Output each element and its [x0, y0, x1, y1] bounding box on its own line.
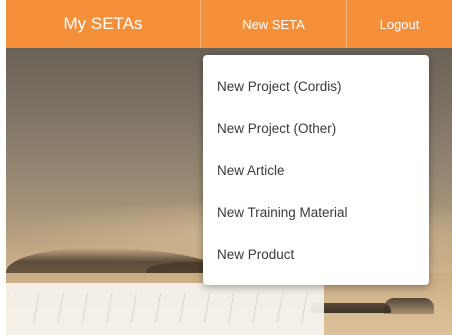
nav-new-seta[interactable]: New SETA: [200, 0, 346, 48]
menu-item-new-product[interactable]: New Product: [203, 233, 429, 275]
menu-item-new-project-cordis[interactable]: New Project (Cordis): [203, 65, 429, 107]
menu-item-new-training-material[interactable]: New Training Material: [203, 191, 429, 233]
nav-logout[interactable]: Logout: [346, 0, 452, 48]
card-image-pattern: [14, 293, 314, 323]
content-card: [6, 283, 324, 335]
menu-item-new-project-other[interactable]: New Project (Other): [203, 107, 429, 149]
nav-my-setas[interactable]: My SETAs: [6, 0, 200, 48]
top-navbar: My SETAs New SETA Logout: [6, 0, 452, 48]
aircraft-tail-shape: [384, 298, 434, 314]
menu-item-new-article[interactable]: New Article: [203, 149, 429, 191]
page: My SETAs New SETA Logout New Project (Co…: [0, 0, 452, 335]
new-seta-dropdown-menu: New Project (Cordis) New Project (Other)…: [203, 55, 429, 285]
